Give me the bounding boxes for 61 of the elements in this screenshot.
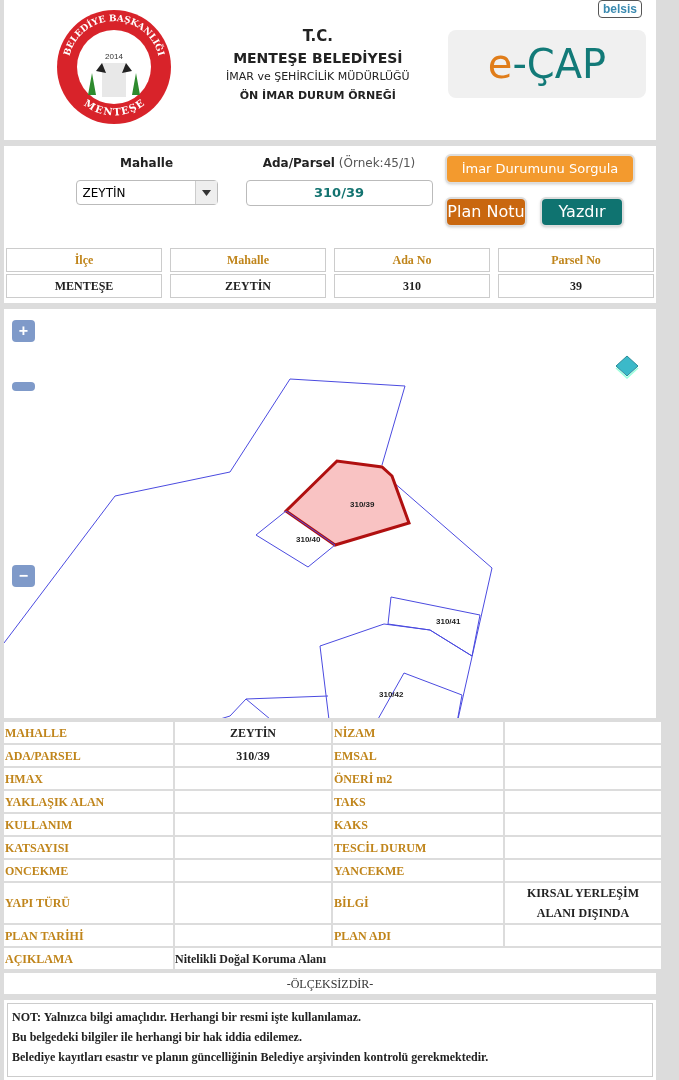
parcel-outline[interactable] <box>387 596 481 657</box>
ecap-logo: e-ÇAP <box>448 30 646 99</box>
plan-note-button[interactable]: Plan Notu <box>445 197 527 228</box>
detail-label: ÖNERİ m2 <box>333 768 503 790</box>
detail-label: KAKS <box>333 814 503 836</box>
note-text: Bu belgedeki bilgiler ile herhangi bir hak iddia edilemez. <box>12 1029 303 1046</box>
detail-label: PLAN ADI <box>333 925 503 947</box>
detail-label: AÇIKLAMA <box>4 948 173 970</box>
parcel-label: 310/41 <box>436 616 461 626</box>
zoom-in-button[interactable]: + <box>12 319 35 342</box>
municipality-name: MENTEŞE BELEDİYESİ <box>233 48 403 68</box>
summary-header-cell: Mahalle <box>170 247 326 272</box>
parcel-label: 310/39 <box>350 499 375 509</box>
emblem-year: 2014 <box>105 52 123 62</box>
header-tc: T.C. <box>302 26 333 48</box>
detail-value: 310/39 <box>175 745 331 767</box>
detail-label: KULLANIM <box>4 814 173 836</box>
detail-value: KIRSAL YERLEŞİM ALANI DIŞINDA <box>505 883 661 924</box>
detail-label: HMAX <box>4 768 173 790</box>
detail-label: TAKS <box>333 791 503 813</box>
department-name: İMAR ve ŞEHİRCİLİK MÜDÜRLÜĞÜ <box>226 68 410 85</box>
detail-label: YANCEKME <box>333 860 503 882</box>
detail-label: KATSAYISI <box>4 837 173 859</box>
scale-note: -ÖLÇEKSİZDİR- <box>4 973 656 994</box>
parcel-outline[interactable] <box>283 459 411 547</box>
summary-cell: 39 <box>498 273 654 298</box>
note-text: NOT: Yalnızca bilgi amaçlıdır. Herhangi bir resmi işte kullanılamaz. <box>12 1009 363 1026</box>
detail-label: MAHALLE <box>4 722 173 744</box>
parcel-input[interactable]: 310/39 <box>245 180 433 207</box>
note-text: Belediye kayıtları esastır ve planın güncelliğinin Belediye arşivinden kontrolü gerekmektedir. <box>12 1049 490 1066</box>
field-label: Ada/Parsel (Örnek:45/1) <box>262 154 416 173</box>
detail-label: PLAN TARİHİ <box>4 925 173 947</box>
mahalle-select[interactable]: ZEYTİN <box>75 180 218 206</box>
brand-badge[interactable]: belsis <box>597 0 642 18</box>
detail-label: YAPI TÜRÜ <box>4 883 173 924</box>
summary-header-cell: İlçe <box>6 247 162 272</box>
detail-label: BİLGİ <box>333 883 503 924</box>
summary-cell: ZEYTİN <box>170 273 326 298</box>
emblem-text: MENTEŞE <box>82 97 146 118</box>
detail-label: NİZAM <box>333 722 503 744</box>
detail-value: ZEYTİN <box>175 722 331 744</box>
zoom-out-button[interactable]: − <box>12 564 35 587</box>
detail-label: TESCİL DURUM <box>333 837 503 859</box>
query-button[interactable]: İmar Durumunu Sorgula <box>445 154 635 185</box>
zoom-slider-bar[interactable] <box>12 381 35 391</box>
parcel-outline[interactable] <box>255 510 336 568</box>
detail-label: EMSAL <box>333 745 503 767</box>
detail-label: ONCEKME <box>4 860 173 882</box>
summary-header-cell: Parsel No <box>498 247 654 272</box>
document-title: ÖN İMAR DURUM ÖRNEĞİ <box>239 88 396 105</box>
detail-label: YAKLAŞIK ALAN <box>4 791 173 813</box>
field-label: Mahalle <box>119 155 173 173</box>
print-button[interactable]: Yazdır <box>540 197 624 228</box>
parcel-label: 310/40 <box>296 534 321 544</box>
summary-cell: MENTEŞE <box>6 273 162 298</box>
summary-cell: 310 <box>334 273 490 298</box>
summary-header-cell: Ada No <box>334 247 490 272</box>
detail-label: ADA/PARSEL <box>4 745 173 767</box>
parcel-label: 310/42 <box>379 689 404 699</box>
detail-value: Nitelikli Doğal Koruma Alanı <box>175 948 661 970</box>
dropdown-caret-icon <box>194 181 217 205</box>
